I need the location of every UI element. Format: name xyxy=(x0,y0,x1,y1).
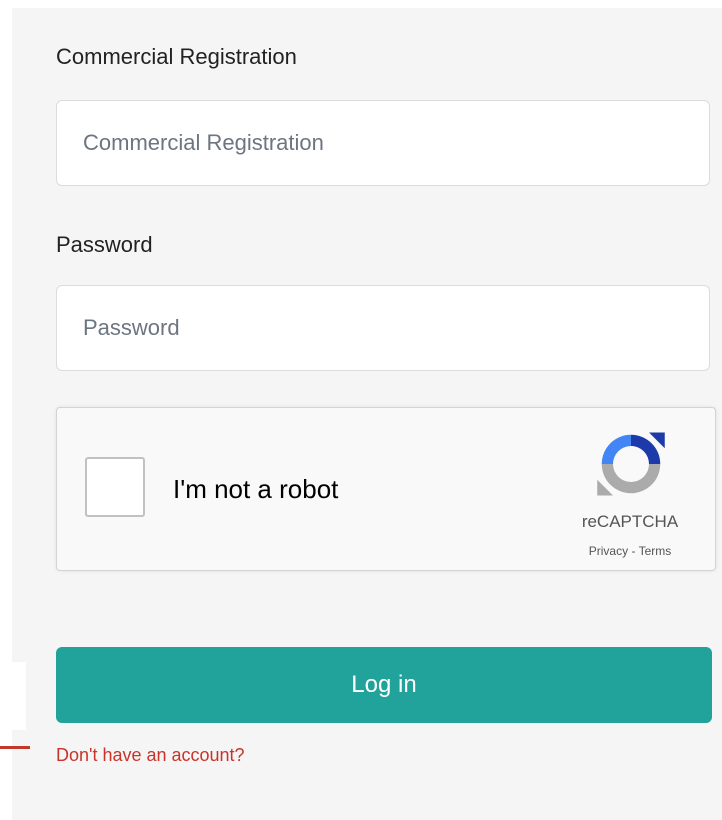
commercial-registration-label: Commercial Registration xyxy=(56,44,297,69)
recaptcha-logo-icon xyxy=(597,432,665,496)
page: Commercial Registration Password I'm not… xyxy=(0,0,722,820)
recaptcha-checkbox[interactable] xyxy=(85,457,145,517)
recaptcha-links-separator: - xyxy=(628,544,639,558)
recaptcha-privacy-link[interactable]: Privacy xyxy=(589,544,628,558)
commercial-registration-input[interactable] xyxy=(56,100,710,186)
login-panel: Commercial Registration Password I'm not… xyxy=(12,8,722,820)
link-marker xyxy=(0,746,30,749)
recaptcha-terms-link[interactable]: Terms xyxy=(639,544,672,558)
password-label: Password xyxy=(56,232,153,257)
recaptcha-widget: I'm not a robot reCAPTCHA Privacy - Term… xyxy=(56,407,716,571)
background-notch xyxy=(0,662,26,730)
signup-link[interactable]: Don't have an account? xyxy=(56,745,245,766)
login-button[interactable]: Log in xyxy=(56,647,712,723)
recaptcha-links: Privacy - Terms xyxy=(557,544,703,558)
recaptcha-checkbox-label: I'm not a robot xyxy=(173,474,339,504)
password-input[interactable] xyxy=(56,285,710,371)
recaptcha-brand: reCAPTCHA xyxy=(581,512,679,531)
